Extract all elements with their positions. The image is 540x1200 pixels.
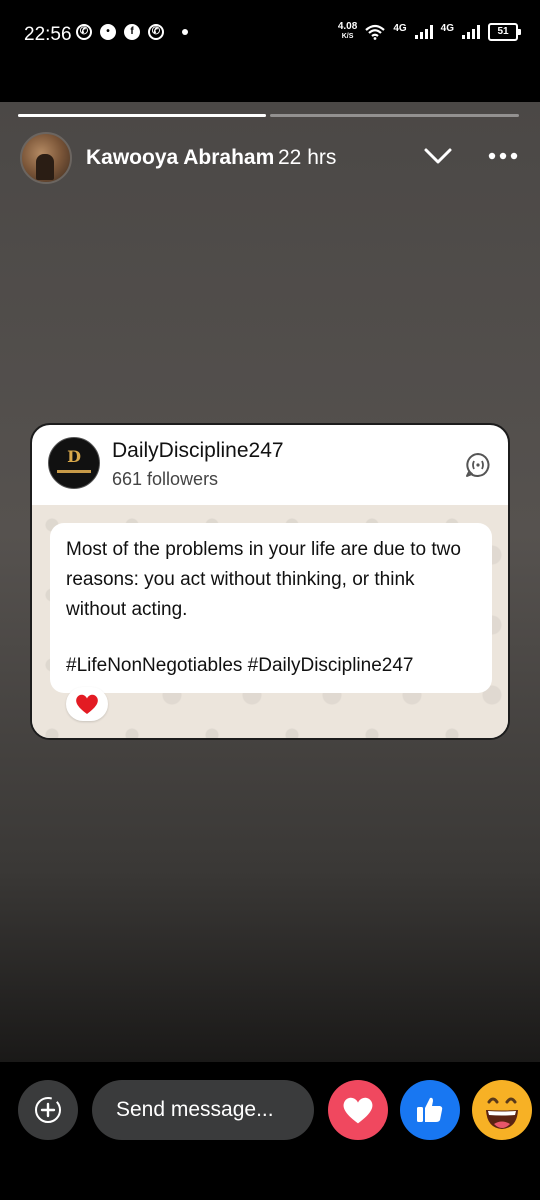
add-circle-icon [35, 1097, 61, 1123]
chat-background: Most of the problems in your life are du… [32, 505, 508, 738]
chevron-down-icon[interactable] [422, 144, 454, 168]
laughing-face-icon [473, 1081, 531, 1139]
whatsapp-icon-2: ✆ [148, 24, 164, 40]
add-to-story-button[interactable] [18, 1080, 78, 1140]
network-type-1: 4G [393, 22, 407, 34]
send-message-input[interactable]: Send message... [92, 1080, 314, 1140]
thumbs-up-icon [417, 1097, 443, 1122]
channel-followers: 661 followers [112, 469, 219, 489]
bottom-bar: Send message... [0, 1062, 540, 1200]
channel-avatar[interactable]: D [48, 437, 100, 489]
story-viewer[interactable]: Kawooya Abraham 22 hrs D DailyDiscipline… [0, 102, 540, 1062]
shared-post-card[interactable]: D DailyDiscipline247 661 followers Most … [30, 423, 510, 740]
status-bar: 22:56 ✆ • f ✆ 4.08 K/S 4G 4G 51 [0, 0, 540, 70]
notification-icons: ✆ • f ✆ [76, 24, 188, 40]
system-icons: 4.08 K/S 4G 4G 51 [338, 22, 521, 42]
facebook-icon: f [124, 24, 140, 40]
message-hashtags[interactable]: #LifeNonNegotiables #DailyDiscipline247 [66, 655, 476, 677]
more-options-icon[interactable] [486, 142, 520, 170]
channel-icon [464, 451, 492, 479]
message-reaction[interactable] [66, 687, 108, 721]
message-text: Most of the problems in your life are du… [66, 539, 461, 620]
chat-bubble-icon: • [100, 24, 116, 40]
story-time: 22 hrs [278, 146, 337, 169]
author-avatar[interactable] [20, 132, 72, 184]
signal-icon-1 [414, 25, 433, 39]
status-time: 22:56 [24, 24, 72, 45]
love-reaction-button[interactable] [328, 1080, 388, 1140]
network-speed: 4.08 K/S [338, 22, 357, 42]
network-speed-value: 4.08 [337, 21, 358, 32]
signal-icon-2 [462, 25, 480, 39]
message-bubble: Most of the problems in your life are du… [50, 523, 492, 693]
red-heart-icon [76, 694, 98, 714]
story-progress-fill-1 [18, 114, 266, 117]
network-speed-unit: K/S [341, 33, 354, 40]
battery-icon: 51 [488, 23, 521, 41]
more-notifications-dot-icon [182, 29, 188, 35]
story-progress-segment-2 [270, 114, 519, 117]
whatsapp-icon: ✆ [76, 24, 92, 40]
story-progress-segment-1 [18, 114, 266, 117]
wifi-icon [365, 24, 386, 40]
channel-avatar-letter: D [67, 447, 81, 466]
battery-level: 51 [497, 26, 509, 37]
heart-icon [343, 1097, 373, 1124]
haha-reaction-button[interactable] [472, 1080, 532, 1140]
like-reaction-button[interactable] [400, 1080, 460, 1140]
author-name[interactable]: Kawooya Abraham [86, 146, 274, 170]
network-type-2: 4G [440, 22, 454, 34]
channel-name[interactable]: DailyDiscipline247 [112, 439, 284, 463]
